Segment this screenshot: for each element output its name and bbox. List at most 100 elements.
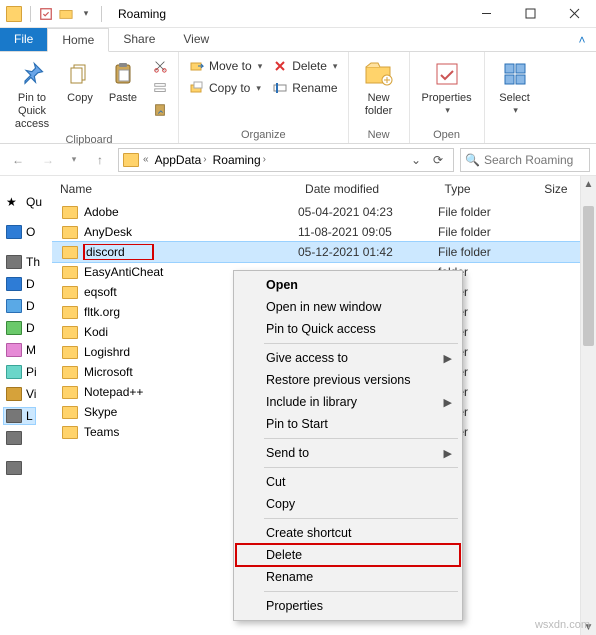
search-placeholder: Search Roaming [484, 153, 573, 167]
scroll-thumb[interactable] [583, 206, 594, 346]
star-icon: ★ [6, 195, 22, 209]
crumb-appdata[interactable]: AppData› [153, 153, 209, 167]
group-new: New folder New [349, 52, 410, 143]
ctx-include-library[interactable]: Include in library▶ [236, 391, 460, 413]
paste-shortcut-button[interactable] [150, 100, 170, 120]
move-to-button[interactable]: Move to▾ [187, 56, 264, 76]
address-bar[interactable]: « AppData› Roaming› ⌄ ⟳ [118, 148, 454, 172]
ctx-copy[interactable]: Copy [236, 493, 460, 515]
select-label: Select [499, 92, 530, 104]
nav-forward-button[interactable]: → [36, 148, 60, 172]
file-row[interactable]: AnyDesk11-08-2021 09:05File folder [52, 222, 596, 242]
copy-button[interactable]: Copy [62, 56, 98, 105]
nav-row: ← → ▾ ↑ « AppData› Roaming› ⌄ ⟳ 🔍 Search… [0, 144, 596, 176]
copy-path-icon [152, 80, 168, 96]
sidebar-item[interactable]: M [4, 342, 38, 358]
vertical-scrollbar[interactable]: ▲ ▼ [580, 176, 596, 635]
onedrive-icon [6, 225, 22, 239]
address-folder-icon [123, 153, 139, 167]
nav-history-button[interactable]: ▾ [66, 148, 82, 172]
file-name: Microsoft [84, 365, 133, 379]
ctx-cut[interactable]: Cut [236, 471, 460, 493]
ctx-rename[interactable]: Rename [236, 566, 460, 588]
file-row[interactable]: discord05-12-2021 01:42File folder [52, 242, 596, 262]
ctx-restore-prev[interactable]: Restore previous versions [236, 369, 460, 391]
crumb-roaming[interactable]: Roaming› [211, 153, 268, 167]
folder-icon [62, 366, 78, 379]
sidebar-item[interactable]: Vi [4, 386, 38, 402]
sidebar-item[interactable]: D [4, 276, 37, 292]
col-type[interactable]: Type [437, 182, 537, 196]
window-folder-icon [6, 6, 22, 22]
new-folder-button[interactable]: New folder [357, 56, 401, 118]
ctx-pin-quick[interactable]: Pin to Quick access [236, 318, 460, 340]
tab-view[interactable]: View [169, 28, 223, 51]
sidebar-item[interactable]: D [4, 298, 37, 314]
sidebar-item[interactable]: L [4, 408, 35, 424]
sidebar-item[interactable]: Th [4, 254, 42, 270]
tab-home[interactable]: Home [47, 28, 109, 52]
qat-dropdown-icon[interactable]: ▾ [79, 7, 93, 21]
scroll-up-button[interactable]: ▲ [581, 176, 596, 192]
ctx-properties[interactable]: Properties [236, 595, 460, 617]
select-icon [499, 58, 531, 90]
ctx-create-shortcut[interactable]: Create shortcut [236, 522, 460, 544]
address-dropdown-button[interactable]: ⌄ [405, 149, 427, 171]
file-row[interactable]: Adobe05-04-2021 04:23File folder [52, 202, 596, 222]
folder-icon [6, 299, 22, 313]
tab-share[interactable]: Share [109, 28, 169, 51]
folder-icon [62, 406, 78, 419]
minimize-button[interactable] [464, 0, 508, 28]
videos-icon [6, 387, 22, 401]
ctx-open-new-window[interactable]: Open in new window [236, 296, 460, 318]
sidebar-item[interactable]: O [4, 224, 37, 240]
pin-quick-access-button[interactable]: Pin to Quick access [8, 56, 56, 132]
group-clipboard-label: Clipboard [8, 132, 170, 146]
paste-label: Paste [109, 92, 137, 104]
rename-icon [272, 80, 288, 96]
qat-newfolder-icon[interactable] [59, 7, 73, 21]
ctx-give-access[interactable]: Give access to▶ [236, 347, 460, 369]
select-button[interactable]: Select▾ [493, 56, 537, 116]
sidebar-item[interactable]: Pi [4, 364, 39, 380]
folder-icon [62, 226, 78, 239]
sidebar-item[interactable]: D [4, 320, 37, 336]
ctx-open[interactable]: Open [236, 274, 460, 296]
file-name: AnyDesk [84, 225, 132, 239]
qat-properties-icon[interactable] [39, 7, 53, 21]
refresh-button[interactable]: ⟳ [427, 149, 449, 171]
ctx-send-to[interactable]: Send to▶ [236, 442, 460, 464]
maximize-button[interactable] [508, 0, 552, 28]
copy-path-button[interactable] [150, 78, 170, 98]
nav-up-button[interactable]: ↑ [88, 148, 112, 172]
col-name[interactable]: Name [52, 182, 297, 196]
search-box[interactable]: 🔍 Search Roaming [460, 148, 590, 172]
tab-file[interactable]: File [0, 28, 47, 51]
file-name: Skype [84, 405, 117, 419]
ribbon-collapse-button[interactable]: ˄ [568, 28, 596, 51]
copy-label: Copy [67, 92, 93, 104]
thispc-icon [6, 255, 22, 269]
folder-icon [62, 426, 78, 439]
cut-button[interactable] [150, 56, 170, 76]
search-icon: 🔍 [465, 153, 480, 167]
ctx-pin-start[interactable]: Pin to Start [236, 413, 460, 435]
sidebar-item[interactable] [4, 430, 24, 446]
close-button[interactable] [552, 0, 596, 28]
delete-button[interactable]: Delete▾ [270, 56, 339, 76]
folder-icon [62, 326, 78, 339]
ctx-delete[interactable]: Delete [236, 544, 460, 566]
sidebar-item[interactable]: ★Qu [4, 194, 44, 210]
copy-to-button[interactable]: Copy to▾ [187, 78, 264, 98]
rename-button[interactable]: Rename [270, 78, 339, 98]
column-headers[interactable]: Name Date modified Type Size [52, 176, 596, 202]
properties-button[interactable]: Properties▾ [418, 56, 476, 116]
paste-button[interactable]: Paste [104, 56, 142, 105]
nav-pane[interactable]: ★Qu O Th D D D M Pi Vi L [0, 176, 52, 635]
sidebar-item[interactable] [4, 460, 24, 476]
crumb-prefix[interactable]: « [141, 154, 151, 165]
file-name: Logishrd [84, 345, 130, 359]
window-title: Roaming [118, 7, 166, 21]
col-date[interactable]: Date modified [297, 182, 436, 196]
nav-back-button[interactable]: ← [6, 148, 30, 172]
